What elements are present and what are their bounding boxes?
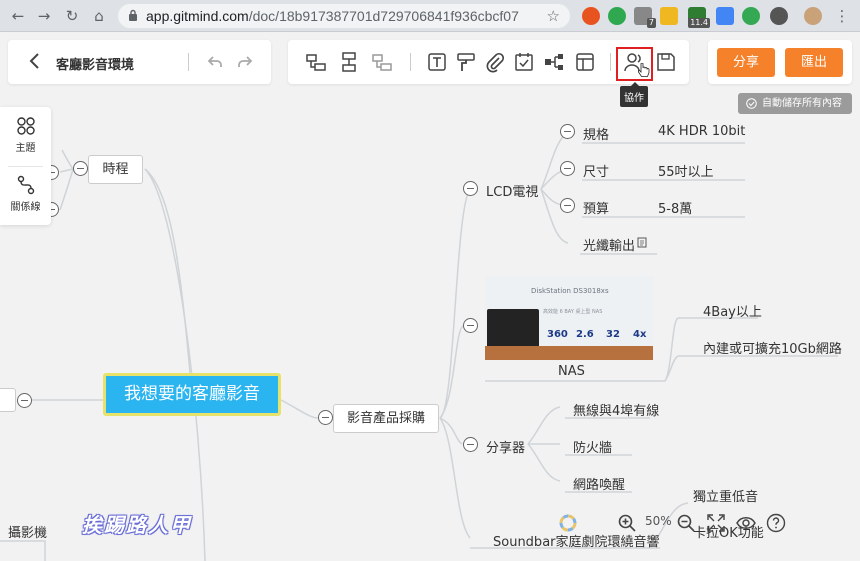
nas-stat: 2.6 [576, 329, 594, 340]
collapse-toggle[interactable] [463, 318, 478, 333]
collapse-toggle[interactable] [560, 161, 575, 176]
doc-title-panel: 客廳影音環境 [8, 40, 271, 84]
text-icon[interactable] [426, 51, 448, 73]
collapse-toggle[interactable] [17, 393, 32, 408]
autosave-text: 自動儲存所有內容 [762, 98, 842, 109]
insert-parent-topic-icon[interactable] [371, 51, 393, 73]
insert-sibling-topic-icon[interactable] [338, 51, 360, 73]
lcd-node[interactable]: LCD電視 [486, 181, 538, 200]
save-icon[interactable] [655, 51, 677, 73]
nas-stat: 32 [606, 329, 620, 340]
soundbar-child[interactable]: 獨立重低音 [693, 486, 758, 505]
purchase-node[interactable]: 影音產品採購 [333, 404, 439, 433]
theme-icon [16, 117, 35, 135]
lcd-spec-label[interactable]: 規格 [583, 124, 609, 143]
check-circle-icon [746, 98, 757, 109]
watermark: 挨踢路人甲 [82, 513, 192, 537]
zoom-in-icon[interactable] [617, 513, 637, 533]
collapse-toggle[interactable] [318, 410, 333, 425]
collapse-toggle[interactable] [560, 124, 575, 139]
relation-line-label: 關係線 [10, 202, 41, 213]
lcd-spec-value[interactable]: 4K HDR 10bit [658, 124, 745, 139]
back-arrow-icon[interactable] [26, 52, 44, 70]
relationship-icon[interactable] [543, 51, 565, 73]
left-partial-node[interactable] [0, 388, 16, 412]
autosave-status: 自動儲存所有內容 [738, 93, 852, 114]
divider [610, 53, 611, 71]
collapse-toggle[interactable] [73, 161, 88, 176]
router-child[interactable]: 無線與4埠有線 [573, 400, 659, 419]
export-button[interactable]: 匯出 [785, 48, 843, 77]
nas-node[interactable]: NAS [558, 364, 585, 379]
fit-screen-icon[interactable] [706, 513, 726, 533]
nas-model-text: DiskStation DS3018xs [531, 287, 609, 295]
share-button[interactable]: 分享 [717, 48, 775, 77]
theme-button[interactable]: 主題 [0, 116, 51, 154]
collapse-toggle[interactable] [463, 181, 478, 196]
collapse-toggle[interactable] [463, 437, 478, 452]
zoom-out-icon[interactable] [676, 513, 696, 533]
help-icon[interactable] [766, 513, 786, 533]
nas-stat: 360 [547, 329, 568, 340]
theme-label: 主題 [15, 143, 36, 154]
zoom-level: 50% [645, 514, 672, 528]
router-child[interactable]: 網路喚醒 [573, 474, 625, 493]
color-wheel-icon[interactable] [558, 513, 578, 533]
shelf-graphic [485, 346, 653, 360]
divider [410, 53, 411, 71]
lcd-optical-node[interactable]: 光纖輸出 [583, 235, 635, 254]
router-node[interactable]: 分享器 [486, 437, 525, 456]
camera-node[interactable]: 攝影機 [8, 522, 47, 541]
lcd-size-value[interactable]: 55吋以上 [658, 161, 714, 180]
central-topic[interactable]: 我想要的客廳影音 [103, 373, 281, 416]
relation-line-button[interactable]: 關係線 [0, 175, 51, 213]
nas-subtitle-text: 高效能 6 BAY 桌上型 NAS [543, 309, 603, 315]
schedule-node[interactable]: 時程 [88, 155, 143, 184]
task-icon[interactable] [513, 51, 535, 73]
attachment-icon[interactable] [484, 51, 506, 73]
divider [8, 166, 43, 167]
preview-eye-icon[interactable] [736, 513, 756, 533]
lcd-budget-label[interactable]: 預算 [583, 198, 609, 217]
doc-title[interactable]: 客廳影音環境 [56, 54, 134, 73]
nas-product-image[interactable]: DiskStation DS3018xs 高效能 6 BAY 桌上型 NAS 3… [485, 276, 653, 360]
undo-icon[interactable] [206, 53, 224, 71]
lcd-size-label[interactable]: 尺寸 [583, 161, 609, 180]
nas-child[interactable]: 內建或可擴充10Gb網路 [703, 338, 842, 357]
relation-line-icon [17, 175, 34, 195]
side-tool-panel: 主題 關係線 [0, 107, 51, 225]
collaborate-tooltip: 協作 [620, 82, 648, 107]
soundbar-node[interactable]: Soundbar家庭劇院環繞音響 [493, 531, 660, 550]
redo-icon[interactable] [236, 53, 254, 71]
router-child[interactable]: 防火牆 [573, 437, 612, 456]
outline-view-icon[interactable] [574, 51, 596, 73]
lcd-budget-value[interactable]: 5-8萬 [658, 198, 692, 217]
nas-child[interactable]: 4Bay以上 [703, 301, 762, 320]
insert-child-topic-icon[interactable] [305, 51, 327, 73]
mindmap-canvas[interactable]: 我想要的客廳影音 時程 影音產品採購 LCD電視 規格 4K HDR 10bit… [0, 0, 860, 561]
format-painter-icon[interactable] [455, 51, 477, 73]
note-icon[interactable] [637, 237, 647, 248]
connector-lines [0, 131, 838, 561]
divider [188, 53, 189, 71]
collapse-toggle[interactable] [560, 198, 575, 213]
nas-stat: 4x [633, 329, 647, 340]
hand-cursor-icon [638, 63, 650, 77]
